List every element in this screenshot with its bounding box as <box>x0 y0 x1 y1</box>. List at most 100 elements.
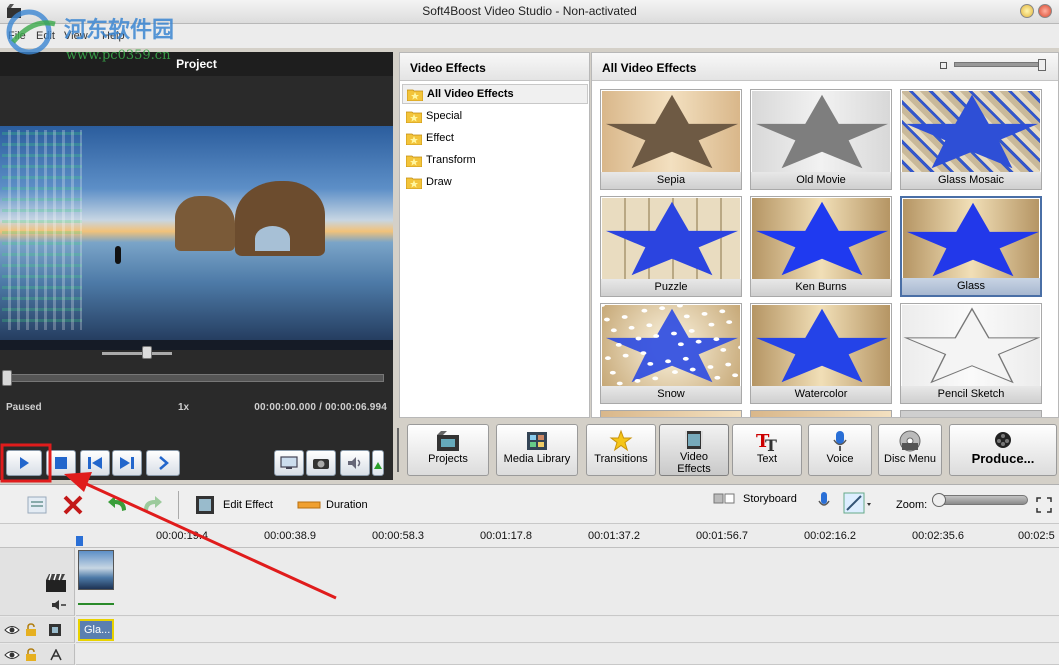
toolbar-label: Video Effects <box>677 451 711 475</box>
speed-slider-track[interactable] <box>102 352 172 355</box>
effect-tile-glass[interactable]: Glass <box>900 196 1042 297</box>
volume-button[interactable] <box>340 450 370 476</box>
playback-status: Paused 1x 00:00:00.000 / 00:00:06.994 <box>0 398 393 416</box>
star-shape-icon <box>605 201 739 276</box>
lock-icon[interactable] <box>25 648 37 662</box>
draw-tool-icon[interactable] <box>843 492 873 516</box>
forward-button[interactable] <box>146 450 180 476</box>
media-library-button[interactable]: Media Library <box>496 424 578 476</box>
effect-tile-snow[interactable]: Snow <box>600 303 742 404</box>
storyboard-label[interactable]: Storyboard <box>743 493 797 505</box>
effects-track-lane[interactable]: Gla... <box>76 617 1059 643</box>
seek-bar[interactable] <box>4 374 384 382</box>
seek-handle[interactable] <box>2 370 12 386</box>
toolbar-label: Text <box>756 453 778 465</box>
folder-star-icon <box>406 177 422 189</box>
eye-icon[interactable] <box>4 624 20 636</box>
minimize-button[interactable] <box>1020 4 1034 18</box>
effect-tile-partial[interactable] <box>750 410 892 417</box>
duration-label[interactable]: Duration <box>326 499 368 511</box>
duration-icon[interactable] <box>297 500 321 510</box>
lock-icon[interactable] <box>25 623 37 637</box>
volume-level[interactable] <box>372 450 384 476</box>
category-all-video-effects[interactable]: All Video Effects <box>402 84 588 104</box>
voice-button[interactable]: Voice <box>808 424 872 476</box>
mute-speaker-icon[interactable] <box>51 599 67 611</box>
video-effects-button[interactable]: Video Effects <box>659 424 729 476</box>
effect-tile-label: Ken Burns <box>751 279 891 296</box>
disc-menu-button[interactable]: Disc Menu <box>878 424 942 476</box>
microphone-icon <box>833 431 847 451</box>
timeline-zoom-handle[interactable] <box>932 493 946 507</box>
star-shape-icon <box>755 201 889 276</box>
projects-button[interactable]: Projects <box>407 424 489 476</box>
monitor-icon <box>280 456 298 469</box>
category-transform[interactable]: Transform <box>402 151 588 171</box>
stop-button[interactable] <box>46 450 76 476</box>
properties-icon[interactable] <box>26 494 48 516</box>
edit-effect-label[interactable]: Edit Effect <box>223 499 273 511</box>
toolbar-label: Produce... <box>971 451 1035 466</box>
effect-tile-label: Glass <box>902 278 1040 295</box>
undo-icon[interactable] <box>106 494 130 516</box>
timeline-zoom-slider[interactable] <box>932 495 1028 505</box>
next-frame-button[interactable] <box>112 450 142 476</box>
video-frame <box>0 126 393 350</box>
text-button[interactable]: TT Text <box>732 424 802 476</box>
effect-tile-pencil[interactable]: Pencil Sketch <box>900 303 1042 404</box>
category-effect[interactable]: Effect <box>402 129 588 149</box>
effect-tile-kenburns[interactable]: Ken Burns <box>750 196 892 297</box>
snapshot-button[interactable] <box>306 450 336 476</box>
play-button[interactable] <box>6 450 42 476</box>
zoom-label: Zoom: <box>896 499 928 511</box>
ruler-mark: 00:02:16.2 <box>804 530 856 542</box>
fit-timeline-icon[interactable] <box>1036 497 1052 513</box>
folder-star-icon <box>406 133 422 145</box>
eye-icon[interactable] <box>4 649 20 661</box>
fullscreen-button[interactable] <box>274 450 304 476</box>
volume-up-arrow-icon <box>374 462 382 469</box>
camera-icon <box>313 459 329 469</box>
microphone-icon[interactable] <box>817 491 831 513</box>
category-draw[interactable]: Draw <box>402 173 588 193</box>
category-label: All Video Effects <box>427 88 514 100</box>
effect-tile-watercolor[interactable]: Watercolor <box>750 303 892 404</box>
text-tt-icon: TT <box>756 431 777 453</box>
text-track-lane[interactable] <box>76 644 1059 665</box>
timeline-toolbar: Edit Effect Duration Storyboard Zoom: <box>0 484 1059 524</box>
runner-image <box>115 246 121 264</box>
thumbnail-size-small-icon[interactable] <box>940 62 947 69</box>
produce-button[interactable]: Produce... <box>949 424 1057 476</box>
effect-tile-sepia[interactable]: Sepia <box>600 89 742 190</box>
prev-frame-button[interactable] <box>80 450 110 476</box>
folder-star-icon <box>407 89 423 101</box>
speed-slider-handle[interactable] <box>142 346 152 359</box>
close-button[interactable] <box>1038 4 1052 18</box>
effect-tile-partial[interactable] <box>600 410 742 417</box>
category-label: Effect <box>426 132 454 144</box>
edit-effect-icon[interactable] <box>194 494 216 516</box>
video-clip[interactable] <box>78 550 114 590</box>
playhead-marker[interactable] <box>76 536 83 546</box>
effect-tile-puzzle[interactable]: Puzzle <box>600 196 742 297</box>
timeline-ruler[interactable]: 00:00:19.4 00:00:38.9 00:00:58.3 00:01:1… <box>0 524 1059 548</box>
transitions-button[interactable]: Transitions <box>586 424 656 476</box>
storyboard-toggle-icon[interactable] <box>713 493 737 505</box>
effect-tile-mosaic[interactable]: Glass Mosaic <box>900 89 1042 190</box>
effect-tile-label: Glass Mosaic <box>901 172 1041 189</box>
effect-tile-label: Sepia <box>601 172 741 189</box>
thumbnail-size-slider[interactable] <box>954 62 1044 67</box>
redo-icon[interactable] <box>140 494 164 516</box>
thumbnail-size-handle[interactable] <box>1038 59 1046 71</box>
effect-clip[interactable]: Gla... <box>78 619 114 641</box>
effect-clip-label: Gla... <box>84 624 111 636</box>
projects-icon <box>437 431 459 451</box>
effect-tile-oldmovie[interactable]: Old Movie <box>750 89 892 190</box>
chevron-right-icon <box>159 456 169 470</box>
delete-icon[interactable] <box>62 494 84 516</box>
effect-tile-partial[interactable] <box>900 410 1042 417</box>
category-special[interactable]: Special <box>402 107 588 127</box>
skip-forward-icon <box>120 457 134 469</box>
disc-menu-icon <box>899 430 921 452</box>
video-track-lane[interactable] <box>76 548 1059 616</box>
